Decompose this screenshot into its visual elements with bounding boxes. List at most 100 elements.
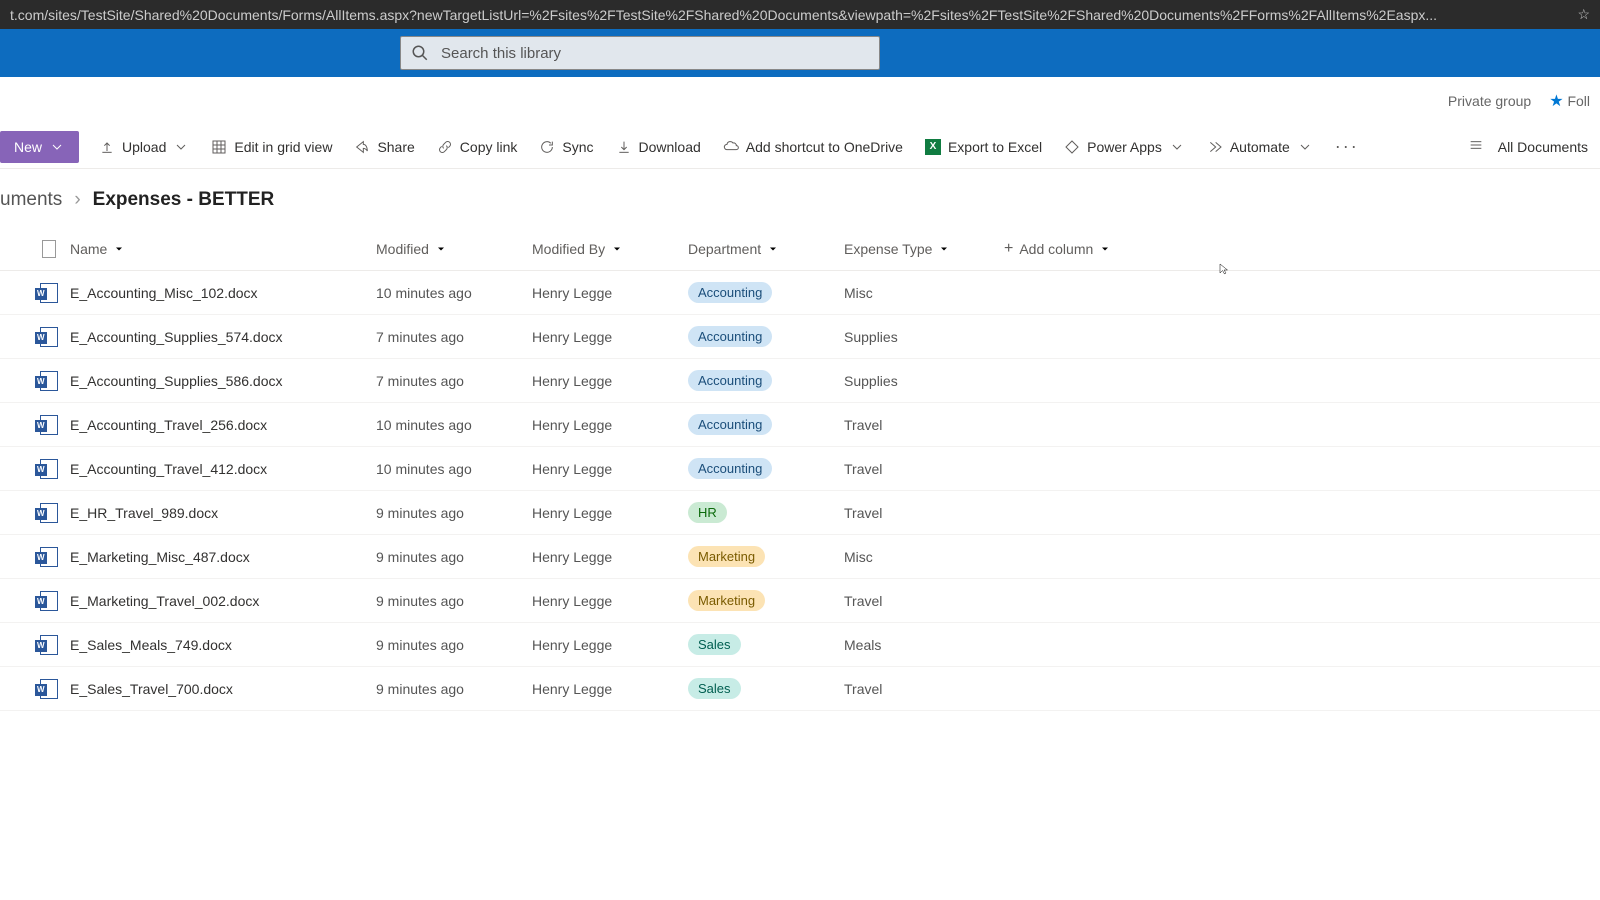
- column-department[interactable]: Department: [688, 241, 844, 257]
- command-bar: New Upload Edit in grid view Share Copy …: [0, 125, 1600, 169]
- file-expense-type: Misc: [844, 285, 1004, 301]
- table-row[interactable]: E_Marketing_Misc_487.docx9 minutes agoHe…: [0, 535, 1600, 579]
- file-expense-type: Travel: [844, 505, 1004, 521]
- column-name[interactable]: Name: [66, 241, 376, 257]
- file-name[interactable]: E_Accounting_Supplies_586.docx: [66, 373, 376, 389]
- file-department: HR: [688, 502, 844, 523]
- file-name[interactable]: E_Accounting_Misc_102.docx: [66, 285, 376, 301]
- address-text: t.com/sites/TestSite/Shared%20Documents/…: [10, 7, 1437, 23]
- chevron-down-icon: [938, 243, 950, 255]
- word-doc-icon: [40, 327, 58, 347]
- chevron-down-icon: [1169, 139, 1185, 155]
- export-excel-button[interactable]: X Export to Excel: [915, 125, 1052, 168]
- table-row[interactable]: E_Accounting_Misc_102.docx10 minutes ago…: [0, 271, 1600, 315]
- file-modified-by: Henry Legge: [532, 461, 688, 477]
- file-name[interactable]: E_Accounting_Travel_256.docx: [66, 417, 376, 433]
- privacy-label: Private group: [1448, 93, 1531, 109]
- breadcrumb-parent[interactable]: uments: [0, 189, 62, 211]
- file-department: Marketing: [688, 546, 844, 567]
- link-icon: [437, 139, 453, 155]
- file-name[interactable]: E_Marketing_Misc_487.docx: [66, 549, 376, 565]
- word-doc-icon: [40, 459, 58, 479]
- file-name[interactable]: E_Accounting_Supplies_574.docx: [66, 329, 376, 345]
- excel-icon: X: [925, 139, 941, 155]
- table-row[interactable]: E_Sales_Meals_749.docx9 minutes agoHenry…: [0, 623, 1600, 667]
- word-doc-icon: [40, 415, 58, 435]
- file-modified: 10 minutes ago: [376, 285, 532, 301]
- suite-bar: Search this library: [0, 29, 1600, 77]
- chevron-down-icon: [113, 243, 125, 255]
- edit-grid-button[interactable]: Edit in grid view: [201, 125, 342, 168]
- word-doc-icon: [40, 591, 58, 611]
- upload-button[interactable]: Upload: [89, 125, 199, 168]
- file-modified-by: Henry Legge: [532, 329, 688, 345]
- follow-button[interactable]: ★ Foll: [1549, 91, 1590, 111]
- file-expense-type: Travel: [844, 461, 1004, 477]
- file-modified-by: Henry Legge: [532, 681, 688, 697]
- column-modified[interactable]: Modified: [376, 241, 532, 257]
- more-button[interactable]: ···: [1325, 136, 1369, 157]
- chevron-down-icon: [1099, 243, 1111, 255]
- file-expense-type: Supplies: [844, 329, 1004, 345]
- power-apps-button[interactable]: Power Apps: [1054, 125, 1195, 168]
- onedrive-icon: [723, 139, 739, 155]
- share-button[interactable]: Share: [344, 125, 424, 168]
- file-modified-by: Henry Legge: [532, 549, 688, 565]
- word-doc-icon: [40, 679, 58, 699]
- chevron-down-icon: [611, 243, 623, 255]
- view-selector[interactable]: All Documents: [1494, 139, 1592, 155]
- file-name[interactable]: E_Marketing_Travel_002.docx: [66, 593, 376, 609]
- sync-button[interactable]: Sync: [529, 125, 603, 168]
- file-modified-by: Henry Legge: [532, 285, 688, 301]
- table-row[interactable]: E_Accounting_Travel_412.docx10 minutes a…: [0, 447, 1600, 491]
- file-modified: 7 minutes ago: [376, 373, 532, 389]
- chevron-down-icon: [49, 139, 65, 155]
- column-expense-type[interactable]: Expense Type: [844, 241, 1004, 257]
- breadcrumb: uments › Expenses - BETTER: [0, 169, 1600, 227]
- table-row[interactable]: E_Accounting_Supplies_574.docx7 minutes …: [0, 315, 1600, 359]
- new-button[interactable]: New: [0, 131, 79, 163]
- column-type[interactable]: [32, 240, 66, 258]
- share-icon: [354, 139, 370, 155]
- file-department: Accounting: [688, 458, 844, 479]
- word-doc-icon: [40, 503, 58, 523]
- search-input[interactable]: Search this library: [400, 36, 880, 70]
- file-modified: 7 minutes ago: [376, 329, 532, 345]
- file-expense-type: Travel: [844, 593, 1004, 609]
- chevron-down-icon: [1297, 139, 1313, 155]
- download-button[interactable]: Download: [606, 125, 711, 168]
- table-row[interactable]: E_Accounting_Travel_256.docx10 minutes a…: [0, 403, 1600, 447]
- star-icon: ★: [1549, 93, 1563, 110]
- automate-icon: [1207, 139, 1223, 155]
- column-modified-by[interactable]: Modified By: [532, 241, 688, 257]
- file-modified: 10 minutes ago: [376, 461, 532, 477]
- file-department: Sales: [688, 634, 844, 655]
- search-icon: [411, 44, 429, 62]
- search-placeholder: Search this library: [441, 45, 561, 62]
- file-modified-by: Henry Legge: [532, 637, 688, 653]
- file-modified-by: Henry Legge: [532, 417, 688, 433]
- add-column-button[interactable]: +Add column: [1004, 240, 1164, 258]
- word-doc-icon: [40, 635, 58, 655]
- view-menu-icon[interactable]: [1468, 137, 1484, 156]
- table-row[interactable]: E_Sales_Travel_700.docx9 minutes agoHenr…: [0, 667, 1600, 711]
- browser-address-bar[interactable]: t.com/sites/TestSite/Shared%20Documents/…: [0, 0, 1600, 29]
- file-modified: 9 minutes ago: [376, 505, 532, 521]
- file-department: Accounting: [688, 414, 844, 435]
- bookmark-star-icon[interactable]: ☆: [1577, 6, 1590, 23]
- copy-link-button[interactable]: Copy link: [427, 125, 528, 168]
- file-name[interactable]: E_Sales_Travel_700.docx: [66, 681, 376, 697]
- file-department: Accounting: [688, 370, 844, 391]
- word-doc-icon: [40, 283, 58, 303]
- table-row[interactable]: E_HR_Travel_989.docx9 minutes agoHenry L…: [0, 491, 1600, 535]
- automate-button[interactable]: Automate: [1197, 125, 1323, 168]
- file-modified: 9 minutes ago: [376, 637, 532, 653]
- table-row[interactable]: E_Marketing_Travel_002.docx9 minutes ago…: [0, 579, 1600, 623]
- add-shortcut-button[interactable]: Add shortcut to OneDrive: [713, 125, 913, 168]
- power-apps-icon: [1064, 139, 1080, 155]
- table-row[interactable]: E_Accounting_Supplies_586.docx7 minutes …: [0, 359, 1600, 403]
- breadcrumb-current: Expenses - BETTER: [93, 189, 275, 211]
- file-name[interactable]: E_HR_Travel_989.docx: [66, 505, 376, 521]
- file-name[interactable]: E_Sales_Meals_749.docx: [66, 637, 376, 653]
- file-name[interactable]: E_Accounting_Travel_412.docx: [66, 461, 376, 477]
